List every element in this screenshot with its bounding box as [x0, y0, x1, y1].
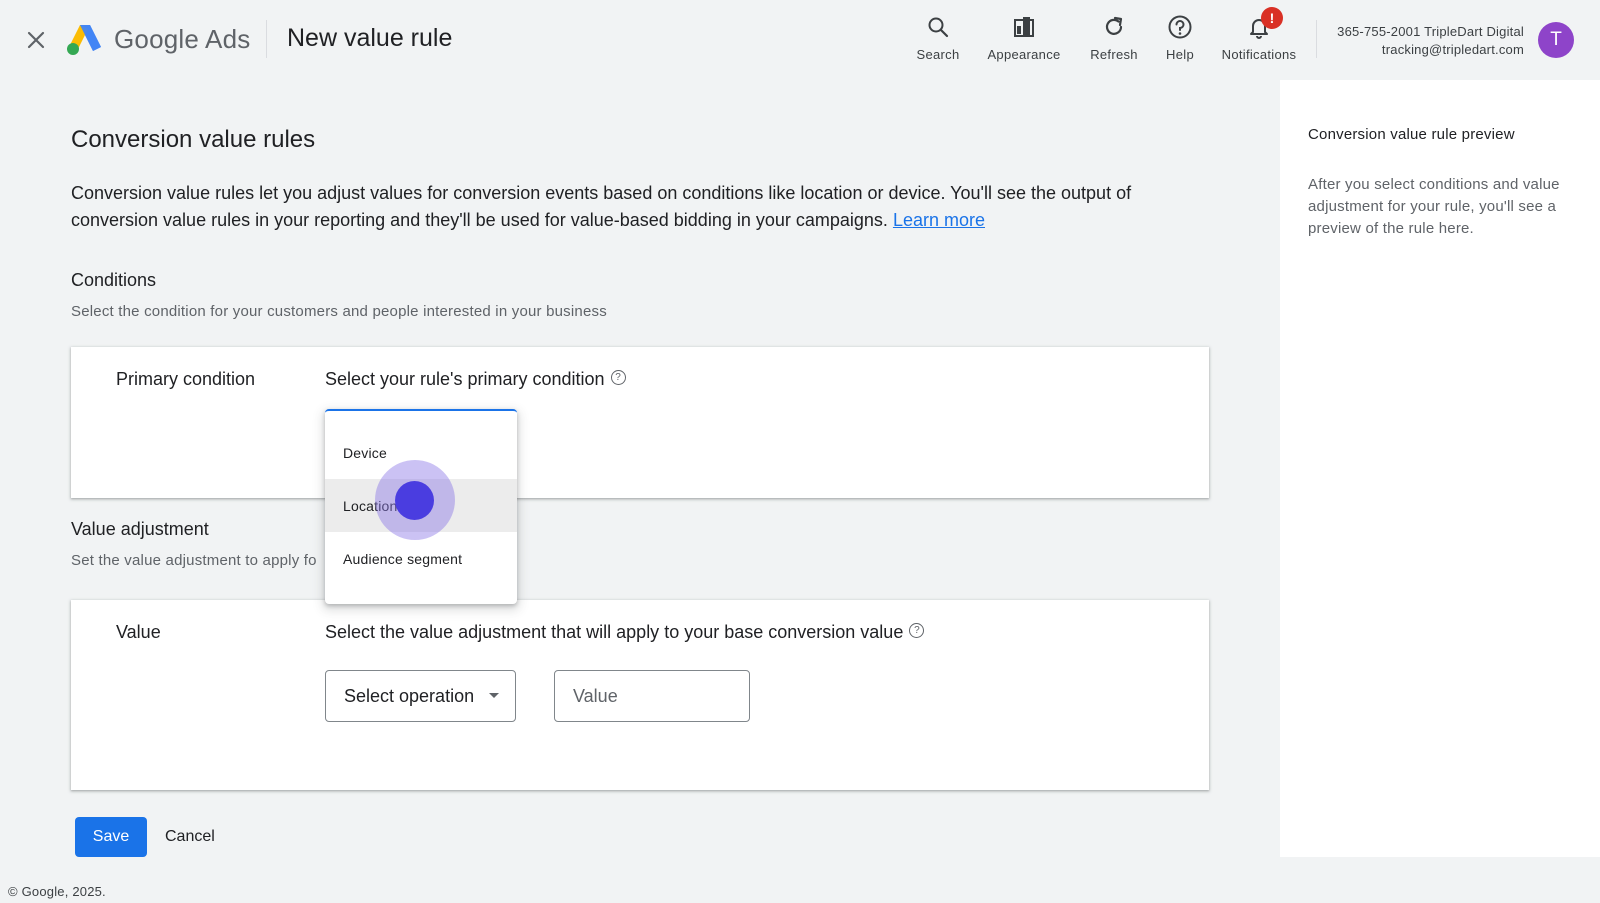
- primary-condition-menu: Device Location Audience segment: [325, 409, 517, 604]
- menu-option-location[interactable]: Location: [325, 479, 517, 532]
- refresh-label: Refresh: [1090, 47, 1138, 62]
- value-card: Value Select the value adjustment that w…: [71, 600, 1209, 790]
- primary-condition-card: Primary condition Select your rule's pri…: [71, 347, 1209, 498]
- close-button[interactable]: [22, 26, 50, 54]
- menu-option-audience-segment[interactable]: Audience segment: [325, 532, 517, 585]
- footer-copyright: © Google, 2025.: [8, 884, 106, 899]
- appearance-icon: [1010, 13, 1038, 41]
- appearance-button[interactable]: Appearance: [984, 10, 1064, 70]
- help-circle-icon[interactable]: ?: [610, 370, 626, 385]
- cancel-button[interactable]: Cancel: [165, 817, 215, 857]
- learn-more-link[interactable]: Learn more: [893, 210, 985, 230]
- primary-condition-label: Primary condition: [116, 369, 256, 389]
- notifications-button[interactable]: ! Notifications: [1218, 7, 1300, 70]
- value-label: Value: [116, 622, 161, 642]
- top-app-bar: Google Ads New value rule Search Appeara…: [0, 0, 1600, 80]
- refresh-button[interactable]: Refresh: [1086, 10, 1142, 70]
- avatar[interactable]: T: [1538, 22, 1574, 58]
- menu-option-device[interactable]: Device: [325, 426, 517, 479]
- header-divider: [266, 20, 267, 58]
- page-title: New value rule: [287, 24, 453, 52]
- brand-name: Google Ads: [114, 24, 251, 54]
- help-circle-icon[interactable]: ?: [909, 623, 925, 638]
- help-label: Help: [1166, 47, 1194, 62]
- close-icon: [27, 31, 45, 49]
- preview-text: After you select conditions and value ad…: [1308, 176, 1560, 237]
- help-icon: [1166, 13, 1194, 41]
- intro-text: Conversion value rules let you adjust va…: [71, 180, 1201, 234]
- caret-down-icon: [489, 693, 499, 698]
- select-operation-label: Select operation: [344, 685, 475, 706]
- preview-panel: Conversion value rule preview After you …: [1280, 80, 1600, 857]
- notification-badge: !: [1261, 7, 1283, 29]
- value-input[interactable]: [554, 670, 750, 722]
- section-heading: Conversion value rules: [71, 126, 316, 153]
- search-icon: [924, 13, 952, 41]
- account-name: 365-755-2001 TripleDart Digital: [1337, 24, 1524, 39]
- preview-title: Conversion value rule preview: [1308, 126, 1515, 143]
- account-email: tracking@tripledart.com: [1381, 42, 1524, 57]
- value-prompt-text: Select the value adjustment that will ap…: [325, 622, 904, 642]
- conditions-title: Conditions: [71, 270, 157, 290]
- search-button[interactable]: Search: [916, 10, 960, 70]
- refresh-icon: [1100, 13, 1128, 41]
- notifications-label: Notifications: [1221, 47, 1297, 62]
- google-ads-logo: [67, 25, 101, 55]
- search-label: Search: [916, 47, 960, 62]
- select-operation-dropdown[interactable]: Select operation: [325, 670, 516, 722]
- header-divider-2: [1316, 20, 1317, 58]
- value-adjustment-title: Value adjustment: [71, 519, 209, 539]
- save-button[interactable]: Save: [75, 817, 147, 857]
- value-adjustment-description: Set the value adjustment to apply fo: [71, 552, 317, 569]
- account-info[interactable]: 365-755-2001 TripleDart Digital tracking…: [1337, 23, 1524, 59]
- help-button[interactable]: Help: [1162, 10, 1198, 70]
- conditions-description: Select the condition for your customers …: [71, 303, 607, 320]
- primary-condition-prompt-text: Select your rule's primary condition: [325, 369, 605, 389]
- appearance-label: Appearance: [987, 47, 1061, 62]
- value-prompt: Select the value adjustment that will ap…: [325, 622, 925, 643]
- bell-icon: !: [1245, 7, 1283, 41]
- primary-condition-prompt: Select your rule's primary condition ?: [325, 369, 626, 390]
